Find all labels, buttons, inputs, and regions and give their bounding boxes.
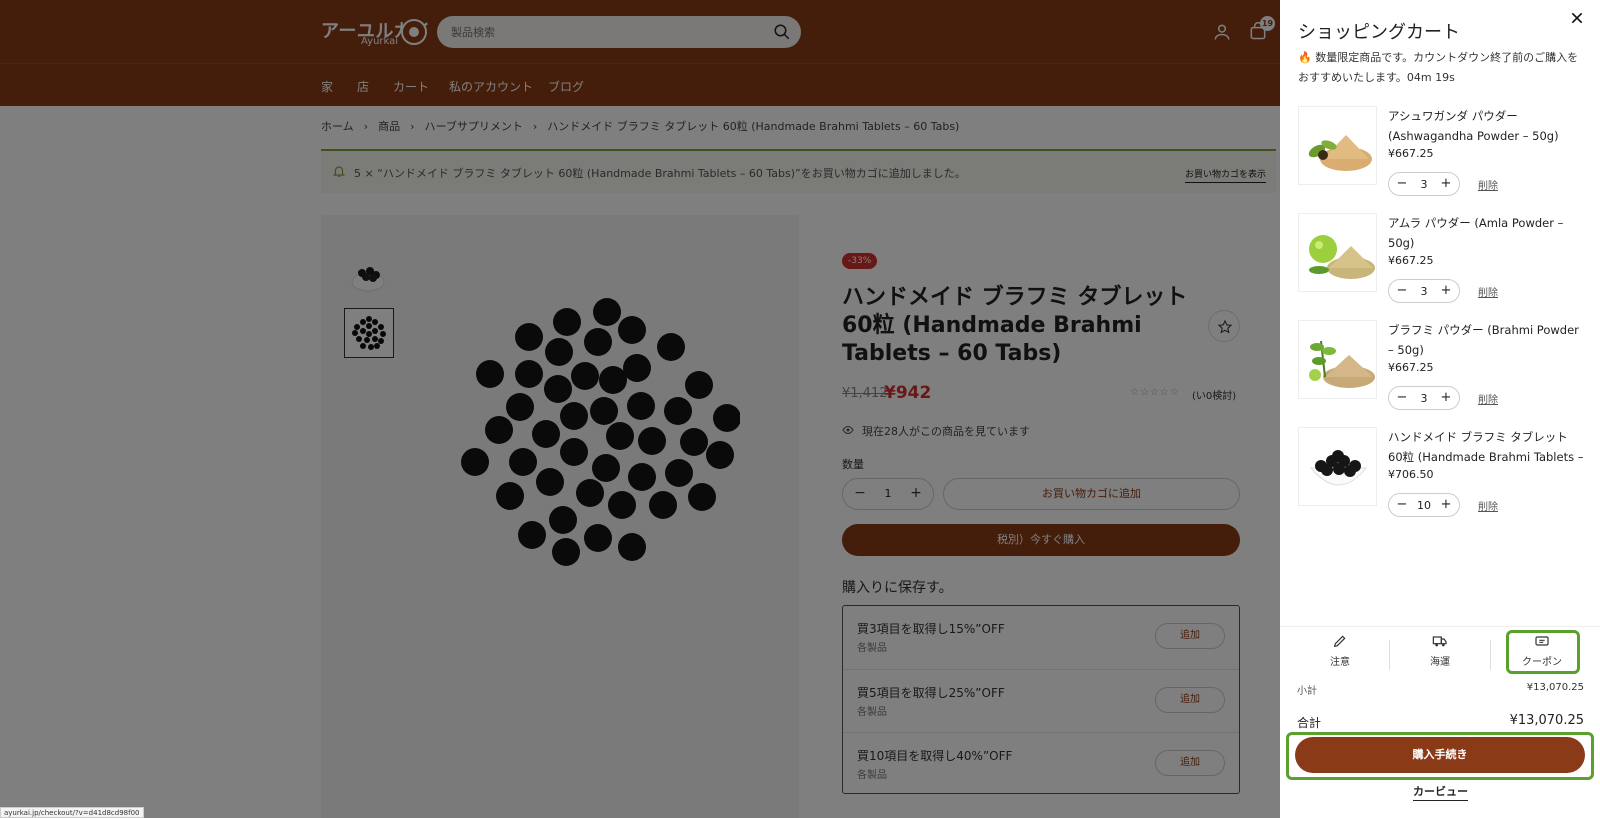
cart-item-image[interactable]	[1298, 427, 1377, 506]
cart-item-quantity-stepper: − 3 +	[1388, 386, 1460, 410]
cart-item-name[interactable]: アムラ パウダー (Amla Powder – 50g)	[1388, 213, 1584, 253]
note-tool-label: 注意	[1330, 657, 1350, 668]
remove-item-link[interactable]: 削除	[1478, 284, 1498, 299]
divider	[1490, 640, 1491, 670]
shipping-tool-label: 海運	[1430, 657, 1450, 668]
coupon-highlight	[1506, 630, 1580, 674]
cart-item-price: ¥667.25	[1388, 361, 1434, 374]
remove-item-link[interactable]: 削除	[1478, 177, 1498, 192]
limited-stock-note: 🔥 数量限定商品です。カウントダウン終了前のご購入をおすすめいたします。04m …	[1298, 51, 1579, 84]
total-value: ¥13,070.25	[1509, 713, 1584, 728]
cart-item-image[interactable]	[1298, 106, 1377, 185]
subtotal-label: 小計	[1297, 686, 1317, 697]
cart-item: アシュワガンダ パウダー (Ashwagandha Powder – 50g) …	[1298, 106, 1588, 206]
cart-drawer-title: ショッピングカート	[1298, 22, 1460, 43]
cart-item-quantity-stepper: − 3 +	[1388, 279, 1460, 303]
remove-item-link[interactable]: 削除	[1478, 391, 1498, 406]
cart-item: ブラフミ パウダー (Brahmi Powder – 50g) ¥667.25 …	[1298, 320, 1588, 420]
quantity-increase-button[interactable]: +	[1440, 497, 1452, 512]
total-label: 合計	[1297, 716, 1322, 730]
quantity-increase-button[interactable]: +	[1440, 390, 1452, 405]
checkout-button[interactable]: 購入手続き	[1295, 737, 1585, 773]
divider	[1389, 640, 1390, 670]
modal-backdrop[interactable]	[0, 0, 1280, 818]
cart-item-name[interactable]: ブラフミ パウダー (Brahmi Powder – 50g)	[1388, 320, 1584, 360]
note-tool[interactable]: 注意	[1305, 633, 1375, 668]
cart-item: ハンドメイド ブラフミ タブレット 60粒 (Handmade Brahmi T…	[1298, 427, 1588, 527]
quantity-increase-button[interactable]: +	[1440, 283, 1452, 298]
subtotal-value: ¥13,070.25	[1526, 682, 1584, 693]
cart-item-name[interactable]: ハンドメイド ブラフミ タブレット 60粒 (Handmade Brahmi T…	[1388, 427, 1584, 467]
cart-item: アムラ パウダー (Amla Powder – 50g) ¥667.25 − 3…	[1298, 213, 1588, 313]
cart-item-image[interactable]	[1298, 320, 1377, 399]
cart-item-price: ¥667.25	[1388, 254, 1434, 267]
quantity-increase-button[interactable]: +	[1440, 176, 1452, 191]
truck-icon	[1432, 636, 1447, 647]
cart-item-price: ¥706.50	[1388, 468, 1434, 481]
cart-item-quantity-stepper: − 3 +	[1388, 172, 1460, 196]
remove-item-link[interactable]: 削除	[1478, 498, 1498, 513]
status-bar-url: ayurkai.jp/checkout/?v=d41d8cd98f00	[0, 807, 144, 818]
shipping-tool[interactable]: 海運	[1405, 633, 1475, 668]
cart-item-price: ¥667.25	[1388, 147, 1434, 160]
close-icon[interactable]	[1569, 10, 1585, 26]
cart-item-image[interactable]	[1298, 213, 1377, 292]
cart-item-name[interactable]: アシュワガンダ パウダー (Ashwagandha Powder – 50g)	[1388, 106, 1584, 146]
view-cart-link[interactable]: カービュー	[1413, 783, 1468, 801]
pencil-icon	[1333, 635, 1346, 648]
cart-item-quantity-stepper: − 10 +	[1388, 493, 1460, 517]
